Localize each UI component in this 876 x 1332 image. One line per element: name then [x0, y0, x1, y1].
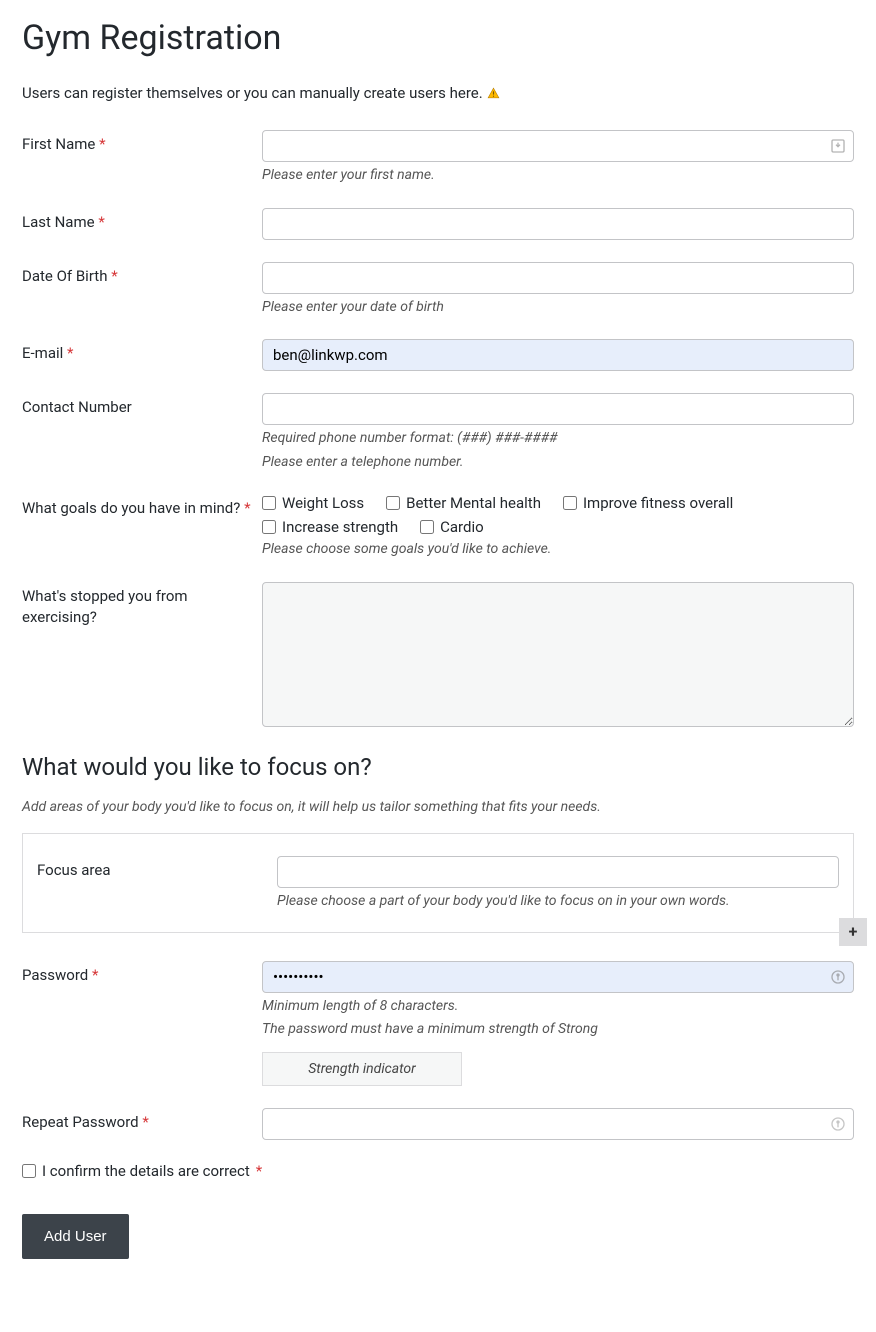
- contact-label: Contact Number: [22, 398, 132, 416]
- goal-option-label: Increase strength: [282, 518, 398, 536]
- required-marker: *: [111, 267, 117, 285]
- first-name-hint: Please enter your first name.: [262, 166, 854, 186]
- dob-input[interactable]: [262, 262, 854, 294]
- required-marker: *: [98, 213, 104, 231]
- strength-indicator: Strength indicator: [262, 1052, 462, 1086]
- email-label: E-mail: [22, 344, 63, 362]
- goal-option[interactable]: Weight Loss: [262, 494, 364, 512]
- required-marker: *: [67, 344, 73, 362]
- plus-icon: +: [849, 922, 858, 941]
- password-manager-icon: [830, 1116, 846, 1132]
- confirm-checkbox[interactable]: [22, 1164, 36, 1178]
- goals-hint: Please choose some goals you'd like to a…: [262, 540, 854, 560]
- contact-input[interactable]: [262, 393, 854, 425]
- page-title: Gym Registration: [22, 18, 854, 58]
- goal-option-label: Improve fitness overall: [583, 494, 733, 512]
- required-marker: *: [92, 966, 98, 984]
- goal-option[interactable]: Cardio: [420, 518, 484, 536]
- goal-checkbox[interactable]: [262, 496, 276, 510]
- add-user-button[interactable]: Add User: [22, 1214, 129, 1259]
- stopped-label: What's stopped you from exercising?: [22, 587, 188, 626]
- required-marker: *: [256, 1162, 262, 1180]
- add-focus-button[interactable]: +: [839, 918, 867, 946]
- focus-area-input[interactable]: [277, 856, 839, 888]
- goals-label: What goals do you have in mind?: [22, 499, 240, 517]
- repeat-password-label: Repeat Password: [22, 1113, 139, 1131]
- goal-option[interactable]: Better Mental health: [386, 494, 541, 512]
- dob-hint: Please enter your date of birth: [262, 298, 854, 318]
- focus-repeater: Focus area Please choose a part of your …: [22, 833, 854, 933]
- required-marker: *: [142, 1113, 148, 1131]
- intro-text: Users can register themselves or you can…: [22, 84, 483, 102]
- focus-section-hint: Add areas of your body you'd like to foc…: [22, 799, 854, 815]
- focus-area-hint: Please choose a part of your body you'd …: [277, 892, 839, 912]
- goal-option-label: Cardio: [440, 518, 484, 536]
- goal-checkbox[interactable]: [262, 520, 276, 534]
- first-name-input[interactable]: [262, 130, 854, 162]
- goal-option[interactable]: Improve fitness overall: [563, 494, 733, 512]
- last-name-label: Last Name: [22, 213, 95, 231]
- goal-checkbox[interactable]: [420, 520, 434, 534]
- goal-option[interactable]: Increase strength: [262, 518, 398, 536]
- password-hint-len: Minimum length of 8 characters.: [262, 997, 854, 1017]
- contact-hint-format: Required phone number format: (###) ###-…: [262, 429, 854, 449]
- first-name-label: First Name: [22, 135, 95, 153]
- last-name-input[interactable]: [262, 208, 854, 240]
- contact-hint-desc: Please enter a telephone number.: [262, 453, 854, 473]
- confirm-label: I confirm the details are correct: [42, 1162, 250, 1180]
- contacts-autofill-icon: [830, 138, 846, 154]
- required-marker: *: [99, 135, 105, 153]
- warning-icon: [487, 87, 500, 100]
- password-manager-icon: [830, 969, 846, 985]
- email-input[interactable]: [262, 339, 854, 371]
- focus-heading: What would you like to focus on?: [22, 753, 854, 781]
- focus-area-label: Focus area: [37, 861, 111, 879]
- dob-label: Date Of Birth: [22, 267, 107, 285]
- required-marker: *: [244, 499, 250, 517]
- password-hint-strength: The password must have a minimum strengt…: [262, 1020, 854, 1040]
- repeat-password-input[interactable]: [262, 1108, 854, 1140]
- goal-option-label: Better Mental health: [406, 494, 541, 512]
- password-input[interactable]: [262, 961, 854, 993]
- goal-checkbox[interactable]: [563, 496, 577, 510]
- password-label: Password: [22, 966, 88, 984]
- stopped-textarea[interactable]: [262, 582, 854, 727]
- goal-option-label: Weight Loss: [282, 494, 364, 512]
- goal-checkbox[interactable]: [386, 496, 400, 510]
